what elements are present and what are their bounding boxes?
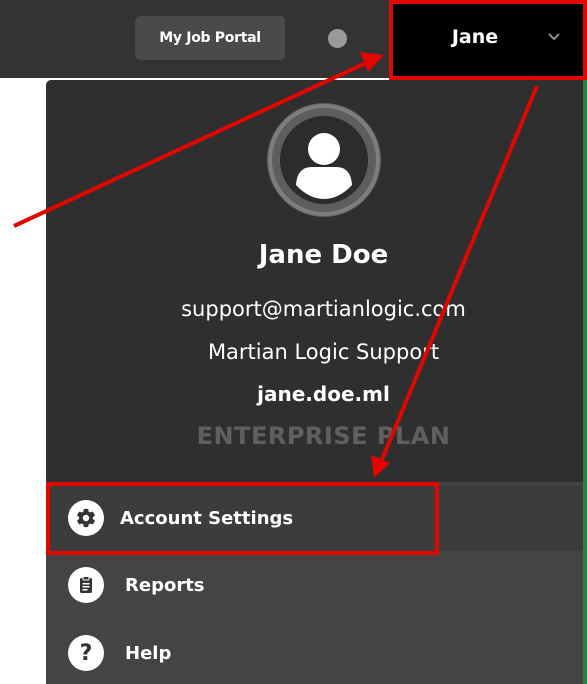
profile-email: support@martianlogic.com (181, 297, 466, 321)
menu-item-label: Help (125, 642, 172, 664)
highlight-box-account-settings (46, 482, 439, 555)
menu-item-reports[interactable]: Reports (46, 552, 587, 618)
menu-item-help[interactable]: ? Help (46, 620, 587, 684)
plan-badge: ENTERPRISE PLAN (196, 422, 451, 450)
my-job-portal-button[interactable]: My Job Portal (135, 16, 285, 60)
clipboard-icon (68, 567, 104, 603)
profile-company: Martian Logic Support (207, 340, 440, 364)
avatar (267, 103, 381, 217)
user-dropdown-panel: Jane Doe support@martianlogic.com Martia… (46, 80, 587, 684)
user-avatar-icon (268, 104, 380, 216)
question-icon: ? (68, 635, 104, 671)
highlight-box-user-menu (389, 0, 587, 80)
profile-name: Jane Doe (258, 240, 389, 270)
status-indicator (328, 29, 347, 48)
window-edge (583, 80, 587, 684)
menu-item-label: Reports (125, 574, 205, 596)
profile-username: jane.doe.ml (257, 382, 390, 406)
